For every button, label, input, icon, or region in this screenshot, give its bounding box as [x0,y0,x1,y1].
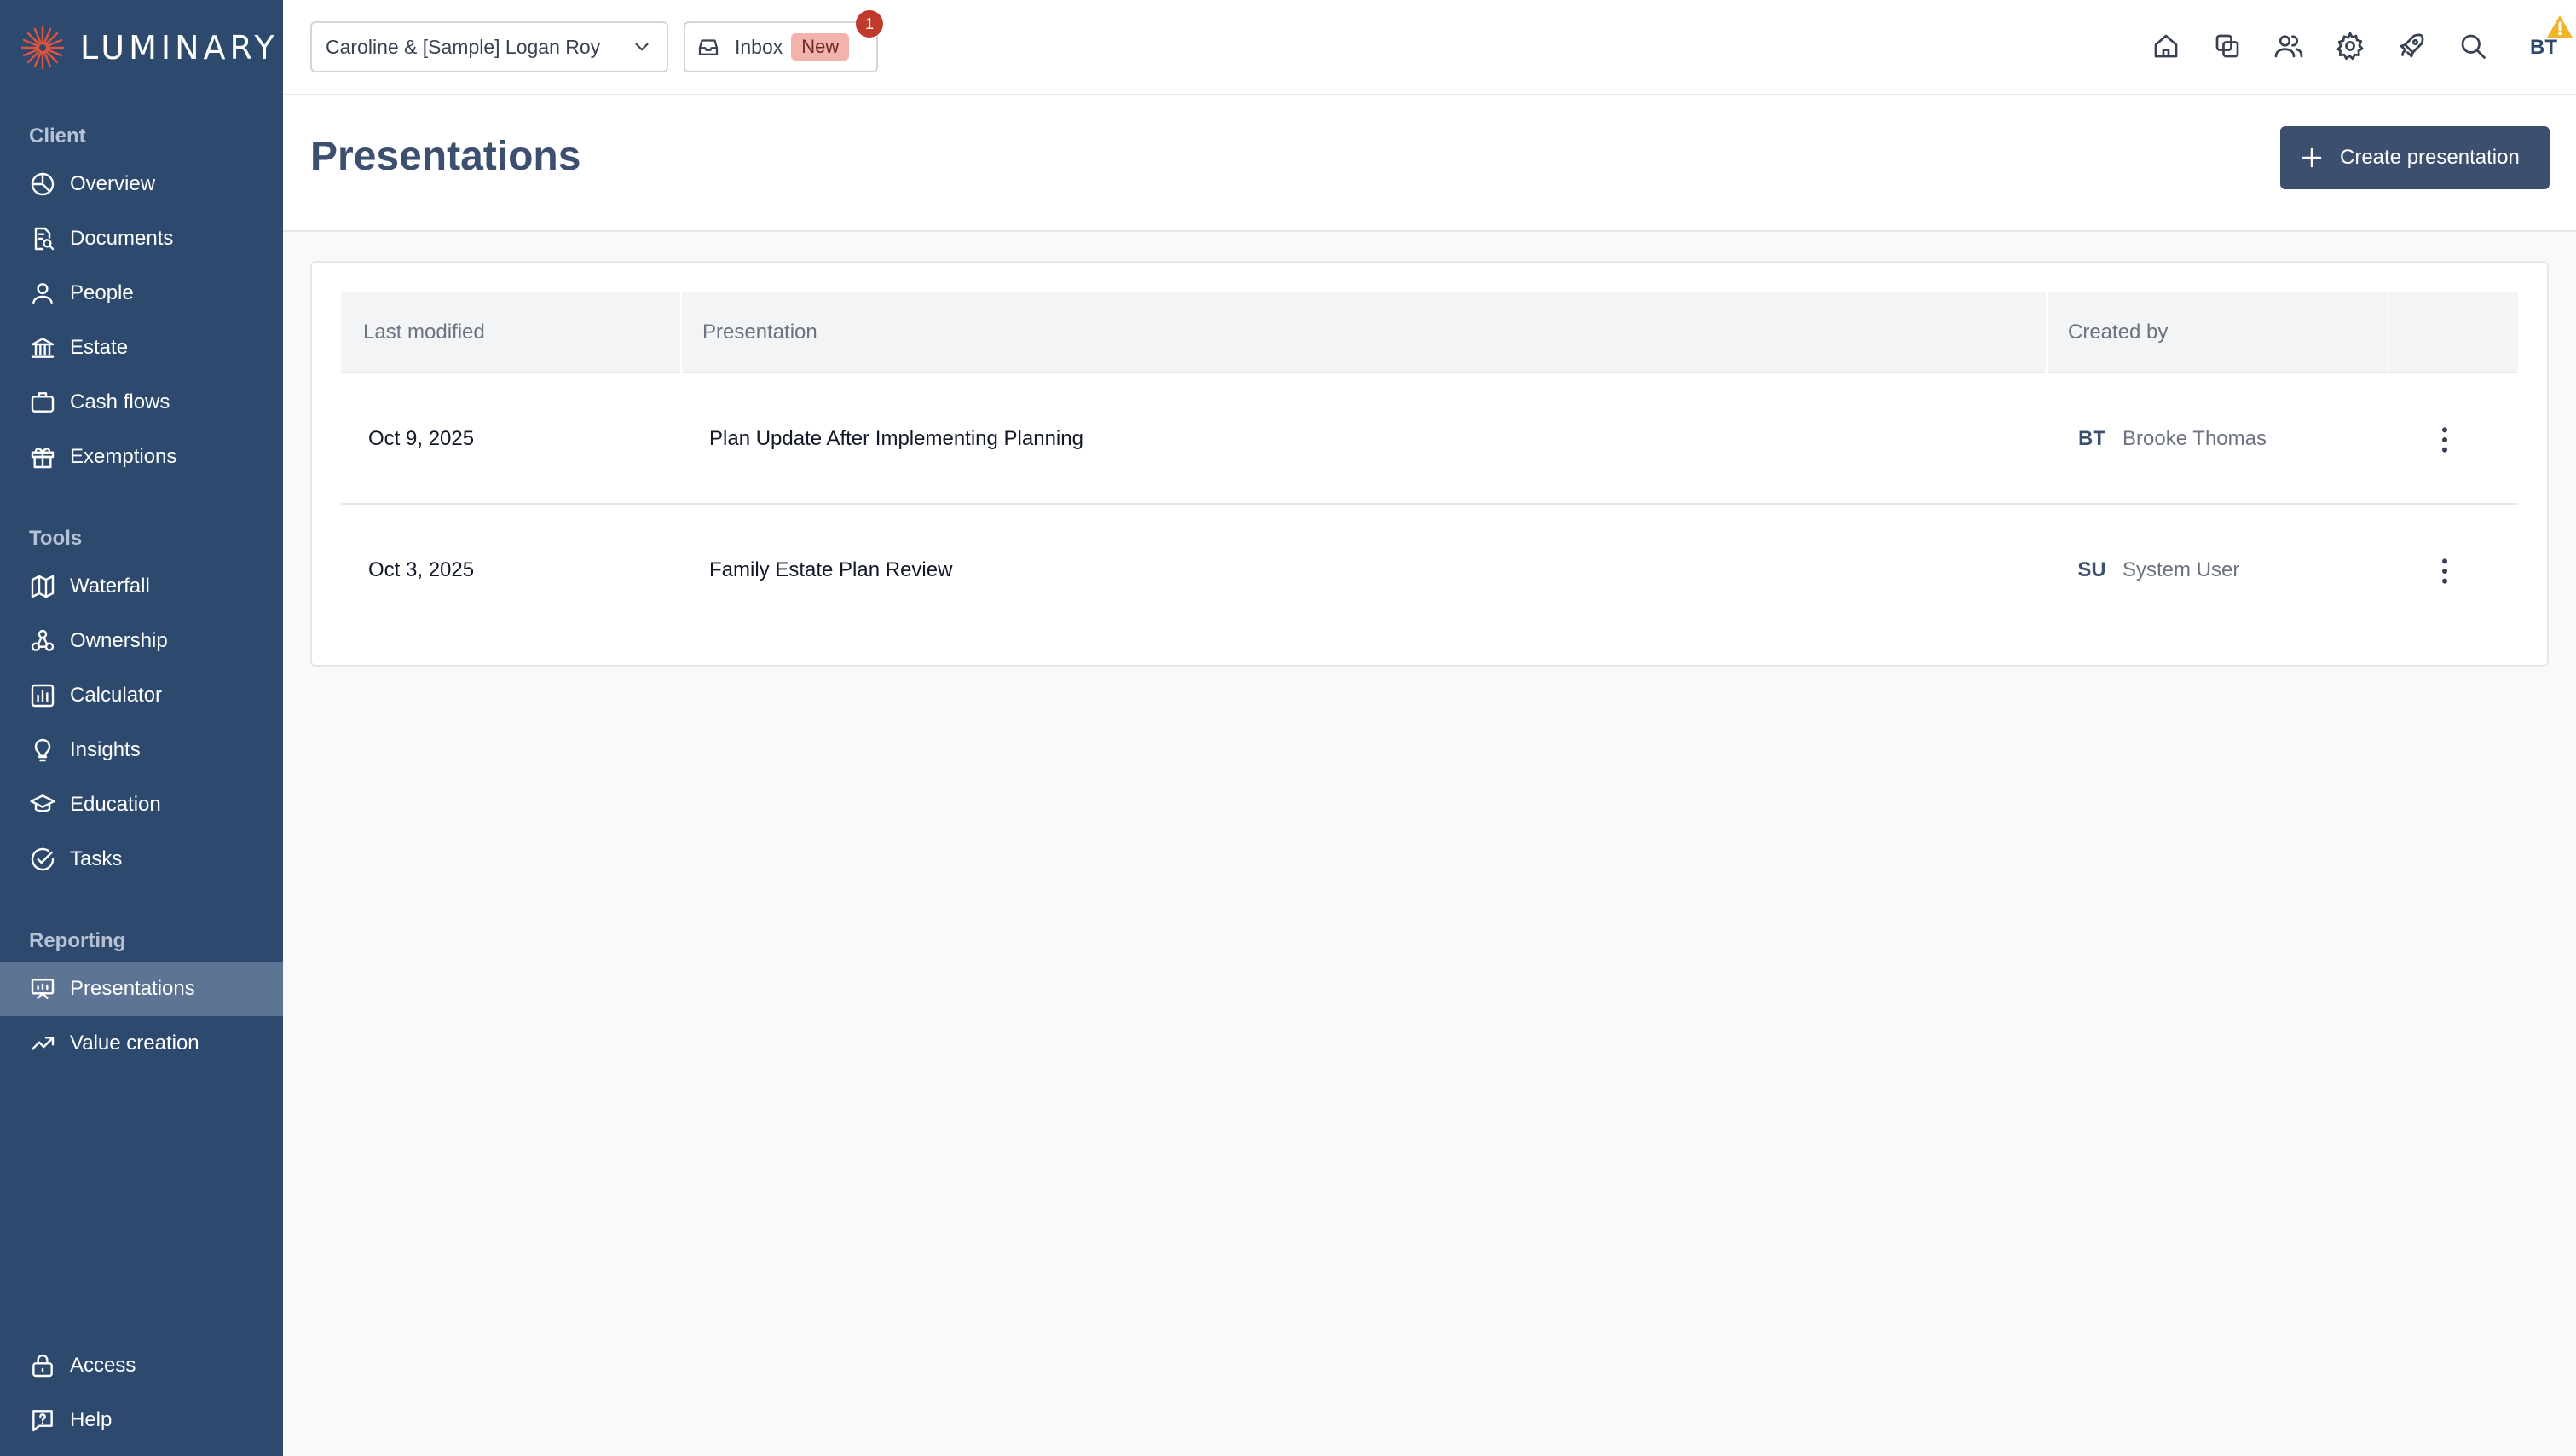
inbox-count-badge: 1 [856,10,883,38]
sidebar-item-access[interactable]: Access [0,1338,283,1393]
created-by-cell: BT Brooke Thomas [2071,373,2267,505]
sidebar-item-documents[interactable]: Documents [0,211,283,266]
sidebar-item-label: Help [70,1408,113,1431]
sidebar-item-overview[interactable]: Overview [0,157,283,211]
creator-name: System User [2123,558,2240,581]
copy-icon[interactable] [2212,31,2243,61]
sidebar-item-label: Calculator [70,684,163,707]
sidebar-item-label: Value creation [70,1031,199,1054]
avatar: SU [2077,558,2106,581]
bank-icon [31,338,55,358]
client-select-value: Caroline & [Sample] Logan Roy [326,35,601,58]
ownership-icon [31,629,55,651]
column-header-last-modified[interactable]: Last modified [363,292,485,373]
sidebar-item-label: People [70,281,134,304]
table-row[interactable]: Oct 3, 2025 Family Estate Plan Review SU… [341,505,2518,636]
section-label-reporting: Reporting [29,929,126,952]
lightbulb-icon [34,738,51,762]
column-divider [2046,292,2048,373]
rocket-icon[interactable] [2396,31,2427,61]
app-name: LUMINARY [80,29,279,66]
section-label-client: Client [29,124,86,147]
sidebar-item-label: Exemptions [70,445,177,468]
column-header-presentation[interactable]: Presentation [702,292,817,373]
presentation-icon [31,979,55,999]
table-row[interactable]: Oct 9, 2025 Plan Update After Implementi… [341,373,2518,505]
sidebar-item-value-creation[interactable]: Value creation [0,1016,283,1071]
bar-chart-icon [31,684,55,708]
sidebar-item-calculator[interactable]: Calculator [0,668,283,723]
sidebar-item-exemptions[interactable]: Exemptions [0,430,283,484]
pie-chart-icon [31,172,55,196]
presentation-name-cell[interactable]: Family Estate Plan Review [709,505,952,636]
check-circle-icon [31,847,55,871]
sidebar-item-label: Overview [70,172,156,195]
document-search-icon [34,227,55,251]
luminary-logo[interactable]: LUMINARY [19,22,279,73]
sidebar-item-tasks[interactable]: Tasks [0,832,283,887]
section-label-tools: Tools [29,527,83,550]
column-divider [2387,292,2388,373]
creator-name: Brooke Thomas [2123,427,2267,450]
sidebar-item-people[interactable]: People [0,266,283,321]
top-bar: Caroline & [Sample] Logan Roy Inbox New … [283,0,2576,95]
last-modified-cell: Oct 3, 2025 [368,558,475,581]
create-presentation-label: Create presentation [2340,146,2520,169]
user-icon [32,283,53,305]
presentation-name-cell[interactable]: Plan Update After Implementing Planning [709,373,1083,505]
sidebar-item-label: Ownership [70,629,168,652]
sidebar: LUMINARY Client Overview Documents Peopl… [0,0,283,1456]
sidebar-item-label: Education [70,793,161,816]
sidebar-item-estate[interactable]: Estate [0,321,283,375]
sidebar-item-label: Tasks [70,847,123,870]
search-icon[interactable] [2458,31,2488,61]
more-options-icon[interactable] [2428,554,2462,588]
sidebar-item-help[interactable]: Help [0,1393,283,1447]
sidebar-item-waterfall[interactable]: Waterfall [0,559,283,614]
client-select[interactable]: Caroline & [Sample] Logan Roy [310,21,668,72]
sidebar-item-label: Presentations [70,977,195,1000]
sidebar-item-insights[interactable]: Insights [0,723,283,777]
gift-icon [31,448,55,469]
gear-icon[interactable] [2335,31,2365,61]
create-presentation-button[interactable]: Create presentation [2280,126,2550,189]
sidebar-item-label: Access [70,1354,136,1377]
last-modified-cell: Oct 9, 2025 [368,427,475,450]
sidebar-item-ownership[interactable]: Ownership [0,614,283,668]
column-divider [680,292,682,373]
briefcase-icon [31,392,55,413]
trend-up-icon [31,1037,55,1050]
sidebar-item-label: Insights [70,738,141,761]
page-title: Presentations [310,134,581,179]
graduation-cap-icon [30,794,55,812]
lock-icon [32,1354,53,1378]
chevron-down-icon [635,43,649,51]
home-icon[interactable] [2151,31,2181,61]
sidebar-item-label: Estate [70,336,129,359]
users-icon[interactable] [2273,31,2304,61]
sidebar-item-cash-flows[interactable]: Cash flows [0,375,283,430]
warning-icon [2547,15,2573,38]
new-badge: New [791,33,850,61]
created-by-cell: SU System User [2071,505,2239,636]
inbox-button[interactable]: Inbox New [684,21,878,72]
inbox-icon [698,39,719,55]
plus-icon [2302,147,2322,168]
sidebar-item-education[interactable]: Education [0,777,283,832]
sidebar-item-label: Waterfall [70,575,150,598]
sidebar-item-presentations[interactable]: Presentations [0,962,283,1016]
table-header: Last modified Presentation Created by [341,292,2518,373]
sidebar-item-label: Documents [70,227,174,250]
inbox-label: Inbox [735,35,783,58]
presentations-table: Last modified Presentation Created by Oc… [310,261,2549,667]
more-options-icon[interactable] [2428,423,2462,457]
help-icon [32,1410,53,1432]
column-header-created-by[interactable]: Created by [2068,292,2168,373]
sidebar-item-label: Cash flows [70,390,170,413]
sunburst-logo-icon [20,26,65,70]
map-icon [31,575,55,598]
avatar: BT [2078,427,2105,450]
page-header: Presentations Create presentation [283,95,2576,232]
